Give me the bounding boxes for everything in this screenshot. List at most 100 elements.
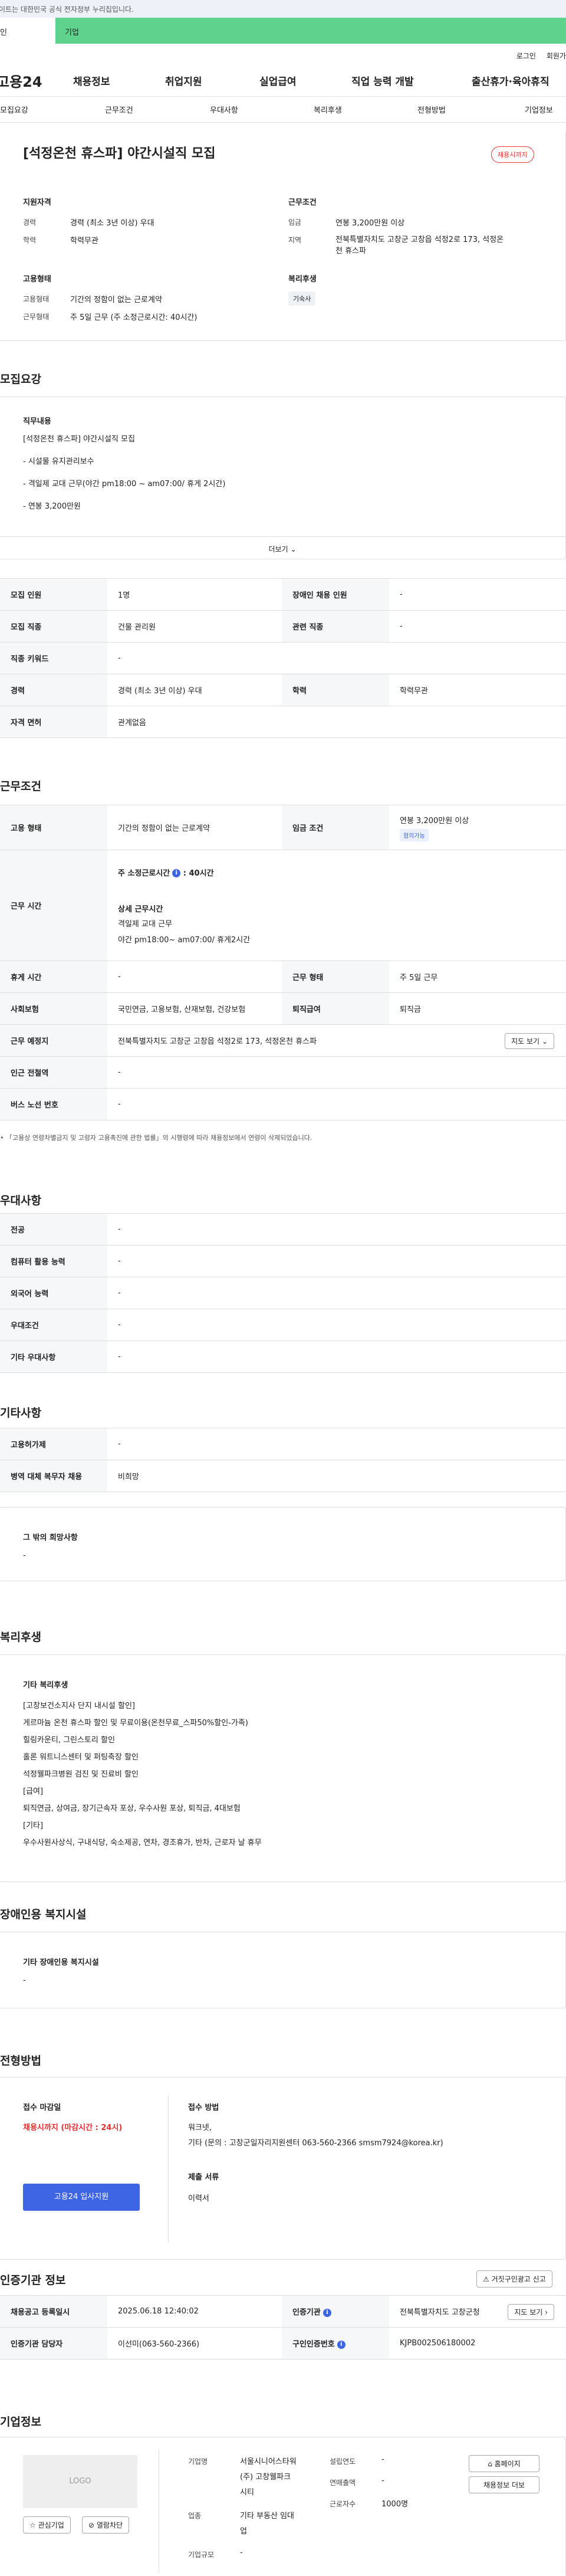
cert-num-label-cell: 구인인증번호 i xyxy=(282,2327,389,2359)
computer-value: - xyxy=(107,1245,566,1277)
join-link[interactable]: 회원가 xyxy=(547,52,566,60)
tab-corp[interactable]: 기업 xyxy=(55,18,566,44)
homepage-button[interactable]: ⌂ 홈페이지 xyxy=(469,2455,539,2472)
nav-unemployment-benefit[interactable]: 실업급여 xyxy=(259,73,297,88)
section-nav-preference[interactable]: 우대사항 xyxy=(210,104,238,115)
info-icon[interactable]: i xyxy=(172,869,181,877)
info-icon[interactable]: i xyxy=(337,2340,345,2349)
apply-divider xyxy=(168,2095,169,2243)
section-nav-apply[interactable]: 전형방법 xyxy=(417,104,446,115)
apply-button[interactable]: 고용24 입사지원 xyxy=(23,2184,140,2211)
emp-type-label: 고용 형태 xyxy=(0,805,107,850)
career-row-value: 경력 (최소 3년 이상) 우대 xyxy=(107,674,282,706)
duty-title: 직무내용 xyxy=(23,417,51,426)
emp-type-value: 기간의 정함이 없는 근로계약 xyxy=(107,805,282,850)
welfare-line: 퇴직연금, 상여금, 장기근속자 포상, 우수사원 포상, 퇴직금, 4대보험 xyxy=(23,1804,241,1813)
pref-cond-value: - xyxy=(107,1309,566,1341)
report-fake-ad-button[interactable]: ⚠ 거짓구인광고 신고 xyxy=(476,2270,552,2287)
duty-line: - 시설물 유지관리보수 xyxy=(23,457,94,466)
block-icon: ⊘ xyxy=(88,2521,95,2529)
scale-value: - xyxy=(240,2548,243,2557)
deadline-value: 채용시까지 (마감시간 : 24시) xyxy=(23,2123,123,2132)
wage-cond-value: 연봉 3,200만원 이상 xyxy=(400,816,469,825)
work-label: 근무형태 xyxy=(23,313,50,321)
scale-label: 기업규모 xyxy=(188,2551,215,2559)
docs-title: 제출 서류 xyxy=(188,2173,219,2182)
edu-label: 학력 xyxy=(23,236,37,244)
work-type-value: 주 5일 근무 xyxy=(389,961,566,993)
table-row: 전공 - xyxy=(0,1213,566,1246)
section-nav-recruit[interactable]: 모집요강 xyxy=(0,104,28,115)
region-label: 지역 xyxy=(288,236,302,244)
etc-table: 고용허가제 - 병역 대체 복무자 채용 비희망 xyxy=(0,1428,566,1492)
disability-section-title: 장애인용 복지시설 xyxy=(0,1908,87,1921)
login-link[interactable]: 로그인 xyxy=(516,52,536,60)
disabled-count-value: - xyxy=(389,578,566,611)
wage-cond-cell: 연봉 3,200만원 이상 협의가능 xyxy=(389,805,566,850)
org-label-cell: 인증기관 i xyxy=(282,2295,389,2328)
place-map-button[interactable]: 지도 보기 ⌄ xyxy=(505,1033,554,1049)
site-logo[interactable]: 고용24 xyxy=(0,70,72,91)
user-type-tabs: 인 기업 xyxy=(0,18,566,44)
insurance-value: 국민연금, 고용보험, 산재보험, 건강보험 xyxy=(107,992,282,1025)
cert-num-label: 구인인증번호 xyxy=(292,2340,335,2349)
license-value: 관계없음 xyxy=(107,706,566,738)
favorite-company-button[interactable]: ☆ 관심기업 xyxy=(23,2516,71,2534)
table-row: 채용공고 등록일시 2025.06.18 12:40:02 인증기관 i 전북특별… xyxy=(0,2295,566,2328)
permit-value: - xyxy=(107,1428,566,1460)
language-value: - xyxy=(107,1277,566,1309)
nav-vocational-training[interactable]: 직업 능력 개발 xyxy=(351,73,414,88)
more-toggle[interactable]: 더보기 ⌄ xyxy=(0,536,565,560)
pref-etc-value: - xyxy=(107,1341,566,1373)
more-jobs-button[interactable]: 채용정보 더보 xyxy=(469,2476,539,2493)
conditions-section-title: 근무조건 xyxy=(0,780,41,793)
cert-table: 채용공고 등록일시 2025.06.18 12:40:02 인증기관 i 전북특별… xyxy=(0,2295,566,2359)
table-row: 자격 면허 관계없음 xyxy=(0,706,566,738)
info-icon[interactable]: i xyxy=(323,2308,331,2317)
permit-label: 고용허가제 xyxy=(0,1428,107,1460)
gov-banner: 이트는 대한민국 공식 전자정부 누리집입니다. xyxy=(0,0,566,18)
language-label: 외국어 능력 xyxy=(0,1277,107,1309)
recruit-table: 모집 인원 1명 장애인 채용 인원 - 모집 직종 건물 관리원 관련 직종 … xyxy=(0,578,566,738)
cert-section-title: 인증기관 정보 xyxy=(0,2274,66,2287)
org-map-button[interactable]: 지도 보기 › xyxy=(508,2304,554,2320)
sales-label: 연매출액 xyxy=(330,2479,356,2487)
nav-jobs[interactable]: 채용정보 xyxy=(73,73,110,88)
career-value: 경력 (최소 3년 이상) 우대 xyxy=(70,219,154,228)
region-value: 전북특별자치도 고창군 고창읍 석정2로 173, 석정온천 휴스파 xyxy=(335,235,504,255)
table-row: 직종 키워드 - xyxy=(0,642,566,674)
rest-value: - xyxy=(107,961,282,993)
career-row-label: 경력 xyxy=(0,674,107,706)
method-title: 접수 방법 xyxy=(188,2103,219,2112)
section-nav-company[interactable]: 기업정보 xyxy=(525,104,553,115)
deadline-badge: 채용시까지 xyxy=(491,146,534,163)
home-icon: ⌂ xyxy=(488,2460,492,2468)
reg-value: 2025.06.18 12:40:02 xyxy=(107,2295,282,2328)
military-label: 병역 대체 복무자 채용 xyxy=(0,1460,107,1492)
duty-line: - 연봉 3,200만원 xyxy=(23,502,81,511)
disability-box-value: - xyxy=(23,1976,26,1985)
job-keyword-value: - xyxy=(107,642,566,674)
disability-box-title: 기타 장애인용 복지시설 xyxy=(23,1958,99,1967)
nav-employment-support[interactable]: 취업지원 xyxy=(165,73,202,88)
industry-label: 업종 xyxy=(188,2512,202,2520)
block-view-button[interactable]: ⊘ 열람차단 xyxy=(82,2516,130,2534)
duty-line xyxy=(23,467,225,479)
work-value: 주 5일 근무 (주 소정근로시간: 40시간) xyxy=(70,313,198,322)
reg-label: 채용공고 등록일시 xyxy=(0,2295,107,2328)
negotiable-chip: 협의가능 xyxy=(400,828,429,841)
tab-person[interactable]: 인 xyxy=(0,18,55,44)
favorite-label: 관심기업 xyxy=(38,2521,64,2529)
section-nav-welfare[interactable]: 복리후생 xyxy=(314,104,342,115)
duty-card: 직무내용 [석정온천 휴스파] 야간시설직 모집 - 시설물 유지관리보수 - … xyxy=(0,396,566,559)
homepage-label: 홈페이지 xyxy=(494,2460,521,2468)
disabled-count-label: 장애인 채용 인원 xyxy=(282,578,389,611)
gov-banner-text: 이트는 대한민국 공식 전자정부 누리집입니다. xyxy=(0,5,134,14)
pref-cond-label: 우대조건 xyxy=(0,1309,107,1341)
table-row: 인근 전철역 - xyxy=(0,1056,566,1089)
place-cell: 전북특별자치도 고창군 고창읍 석정2로 173, 석정온천 휴스파 지도 보기… xyxy=(107,1024,566,1057)
chevron-down-icon: ⌄ xyxy=(290,545,297,553)
nav-parental-leave[interactable]: 출산휴가·육아휴직 xyxy=(472,73,549,88)
org-cell: 전북특별자치도 고창군청 지도 보기 › xyxy=(389,2295,566,2328)
section-nav-conditions[interactable]: 근무조건 xyxy=(105,104,133,115)
